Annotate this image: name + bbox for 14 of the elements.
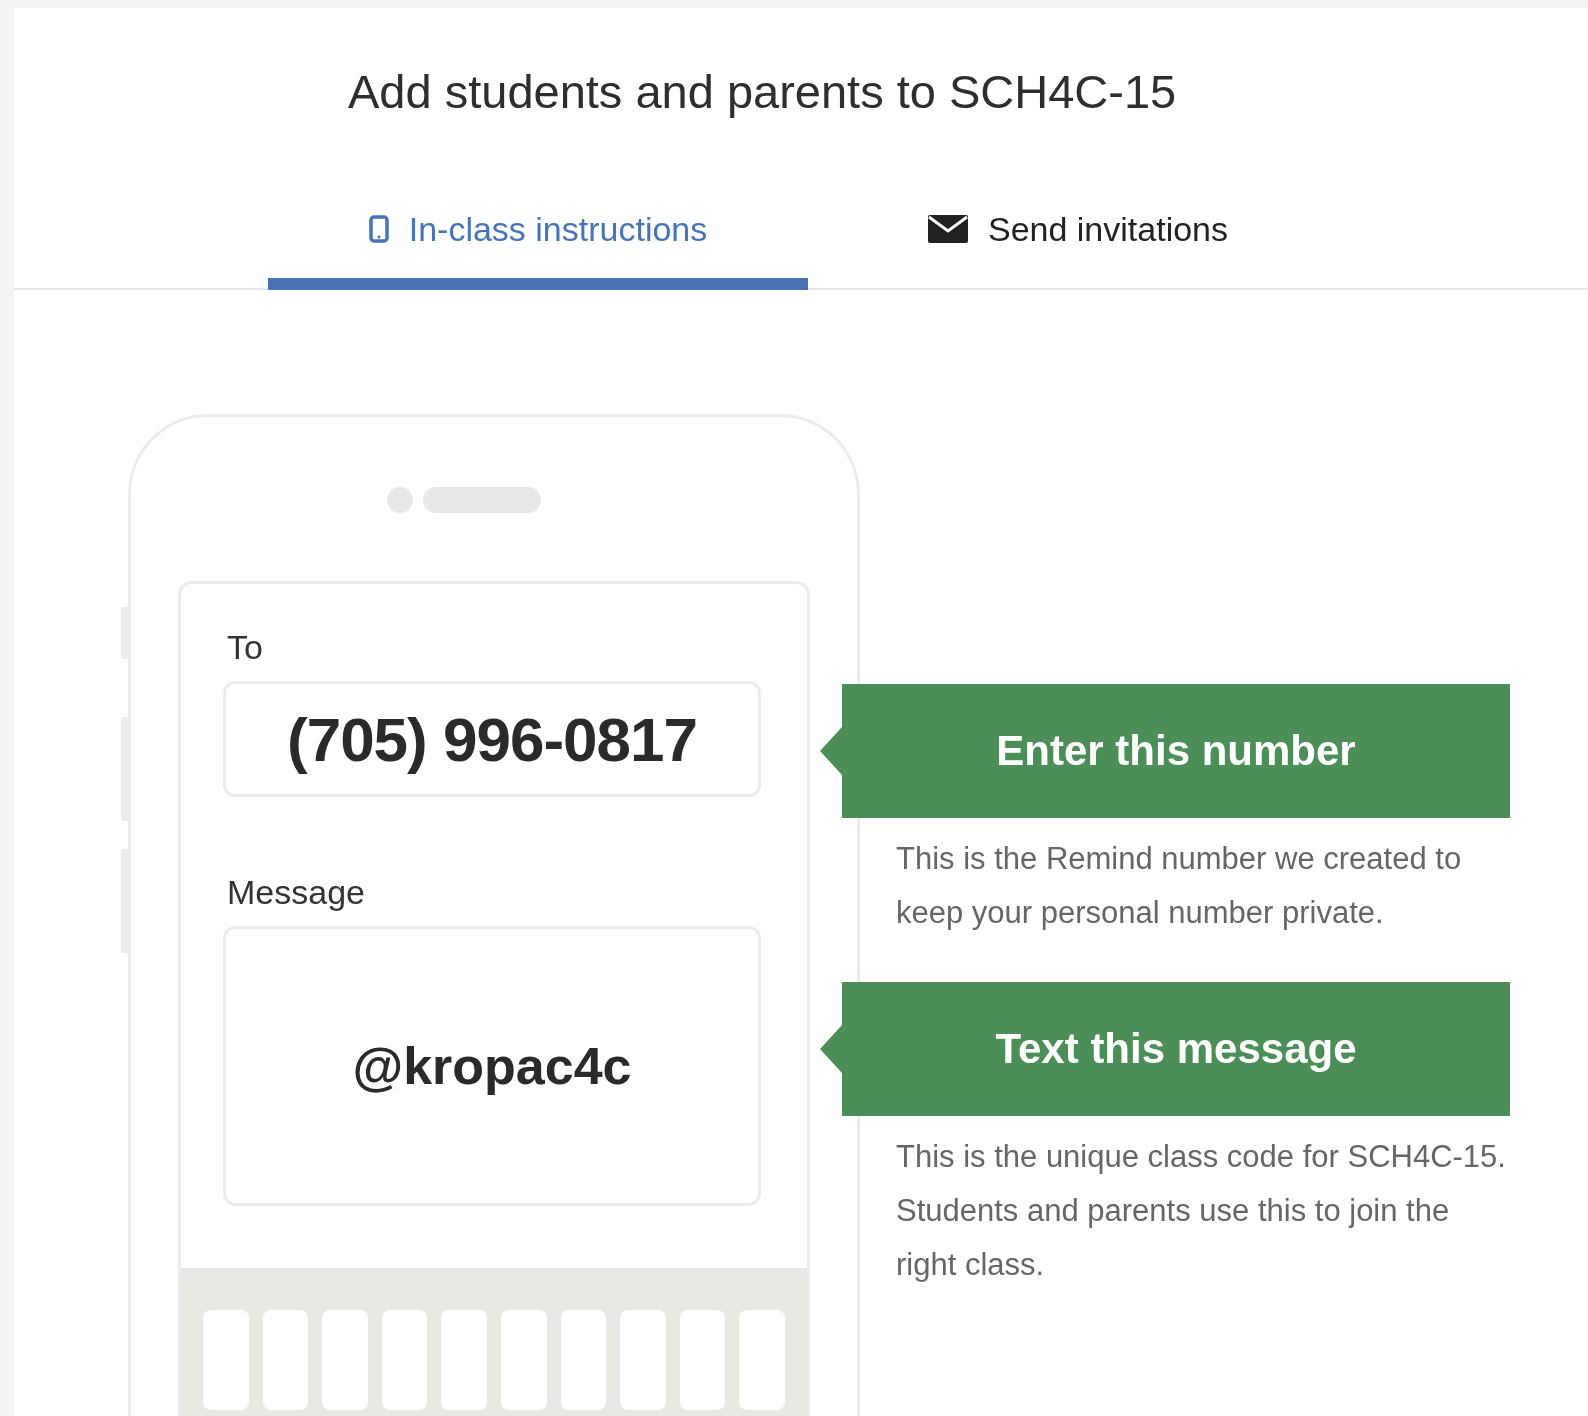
phone-number-field: (705) 996-0817	[223, 681, 761, 797]
camera-dot	[387, 487, 413, 513]
callout-banner: Text this message	[820, 982, 1510, 1116]
dialog-title: Add students and parents to SCH4C-15	[347, 64, 1178, 120]
step-description: This is the unique class code for SCH4C-15. Students and parents use this to join the right class.	[896, 1138, 1506, 1284]
field-label: Message	[227, 873, 366, 912]
envelope-icon	[927, 215, 968, 243]
message-field: @kropac4c	[223, 926, 761, 1206]
tab[interactable]: In-class instructions	[268, 190, 808, 290]
field-label: To	[227, 628, 264, 667]
callout-banner: Enter this number	[820, 684, 1510, 818]
tab[interactable]: Send invitations	[868, 190, 1288, 290]
phone-icon	[368, 215, 389, 243]
step-description: This is the Remind number we created to keep your personal number private.	[896, 840, 1463, 932]
